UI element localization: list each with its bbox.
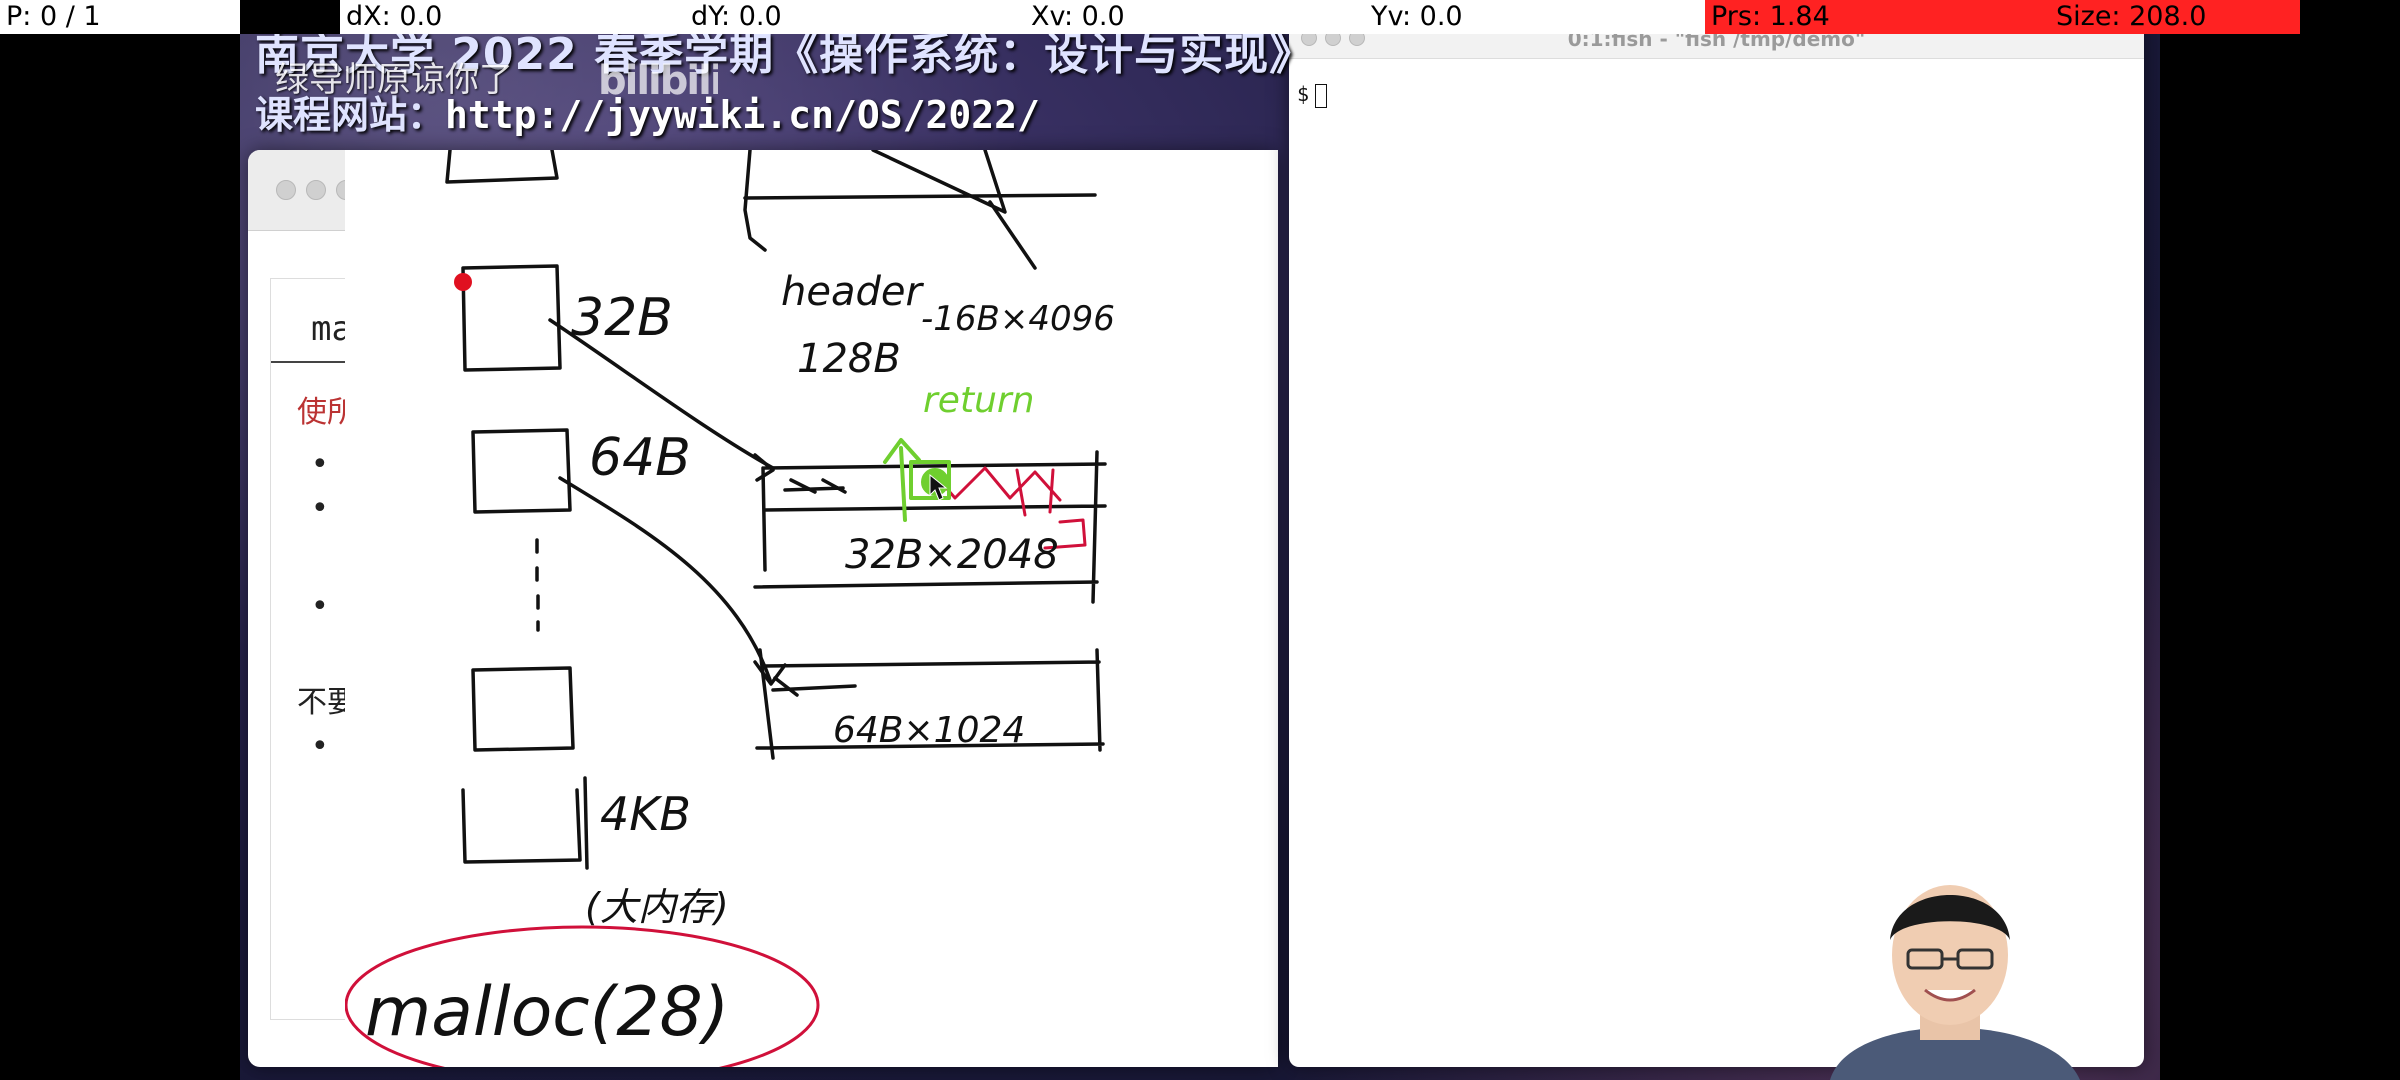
ellipsis-dashes (535, 538, 540, 632)
presenter-avatar-icon (1830, 885, 2080, 1080)
slide-bullet: • (311, 447, 329, 482)
size-class-box-4kb (461, 788, 582, 864)
pressure-readout: Prs: 1.84 (1705, 0, 2050, 34)
whiteboard[interactable]: 32B 64B 4KB (大内存) header 128B -16B×4096 … (345, 150, 1278, 1067)
arrow-64b-to-slab (558, 476, 772, 682)
slide-bullet: • (311, 729, 329, 764)
bilibili-logo-icon: bilibili (598, 58, 724, 104)
debug-overlay-bar: P: 0 / 1 dX: 0.0 dY: 0.0 Xv: 0.0 Yv: 0.0… (0, 0, 2400, 34)
label-return: return (923, 380, 1035, 421)
page-header-cross (871, 150, 1007, 214)
size-class-box-32b (461, 264, 562, 372)
slide-bullet: • (311, 589, 329, 624)
danmu-comment: 绿导师原谅你了 (275, 60, 513, 100)
size-class-box (471, 666, 575, 752)
debug-spacer (240, 0, 340, 34)
label-header-128b: 128B (797, 336, 901, 382)
minimize-window-button[interactable] (306, 180, 326, 200)
label-page-size: -16B×4096 (921, 299, 1115, 339)
velocity-y-readout: Yv: 0.0 (1365, 0, 1705, 34)
bilibili-logo-text: bilibili (598, 58, 718, 102)
velocity-x-readout: Xv: 0.0 (1025, 0, 1365, 34)
box-divider (583, 776, 589, 870)
bilibili-watermark: bilibili (598, 56, 724, 113)
label-slab-64b: 64B×1024 (833, 710, 1025, 751)
label-slab-32b: 32B×2048 (845, 532, 1059, 578)
slide-title-rule (271, 361, 351, 363)
size-readout: Size: 208.0 (2050, 0, 2300, 34)
whiteboard-drawing: 32B 64B 4KB (大内存) header 128B -16B×4096 … (345, 150, 1115, 1067)
delta-y-readout: dY: 0.0 (685, 0, 1025, 34)
label-header: header (781, 269, 924, 315)
delta-x-readout: dX: 0.0 (340, 0, 685, 34)
window-controls (276, 180, 356, 200)
label-malloc-call: malloc(28) (365, 973, 729, 1052)
size-class-box-64b (471, 428, 572, 514)
label-4kb: 4KB (600, 787, 691, 841)
slab-64b-header-scribble (771, 676, 857, 697)
slab-header-scribble (783, 478, 847, 494)
page-outline-left (743, 150, 767, 252)
size-class-box-top (445, 150, 559, 184)
label-32b: 32B (571, 288, 673, 348)
pointer-count: P: 0 / 1 (0, 0, 240, 34)
label-large-memory: (大内存) (585, 885, 729, 929)
red-dot-marker (454, 273, 472, 291)
website-url[interactable]: http://jyywiki.cn/OS/2022/ (445, 93, 1040, 137)
close-window-button[interactable] (276, 180, 296, 200)
slide-bullet: • (311, 491, 329, 526)
label-64b: 64B (589, 428, 691, 488)
page-header-tick (988, 200, 1037, 270)
presenter-webcam (1800, 860, 2100, 1080)
page-header-line (743, 193, 1097, 200)
text-cursor (1315, 83, 1328, 108)
